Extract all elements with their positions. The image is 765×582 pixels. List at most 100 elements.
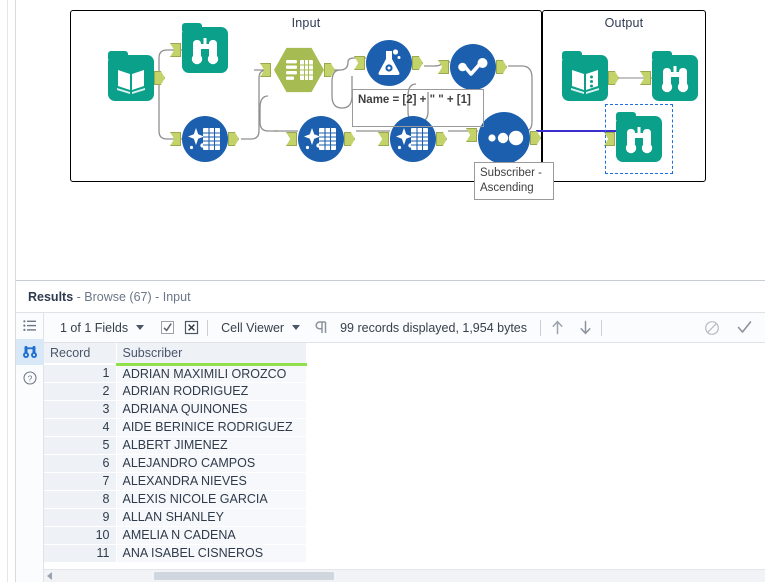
cell-viewer-dropdown[interactable]: Cell Viewer: [215, 321, 306, 335]
record-count-text: 99 records displayed, 1,954 bytes: [340, 320, 528, 335]
pilcrow-icon[interactable]: [312, 319, 330, 337]
left-edge-strip: [0, 0, 16, 582]
cell-record: 4: [44, 418, 117, 437]
node-cleanse-1[interactable]: [170, 116, 239, 162]
table-row[interactable]: 8 ALEXIS NICOLE GARCIA: [44, 490, 307, 509]
cell-subscriber: ANA ISABEL CISNEROS: [116, 544, 307, 563]
node-sort[interactable]: [466, 112, 541, 164]
node-cleanse-2[interactable]: [286, 116, 355, 162]
results-toolbar: 1 of 1 Fields Cell Viewer 99 records dis…: [44, 313, 765, 343]
cell-subscriber: ALLAN SHANLEY: [116, 508, 307, 527]
cell-record: 10: [44, 526, 117, 545]
results-body: ? 1 of 1 Fields Cell Viewer 99 records d…: [16, 313, 765, 582]
binoculars-icon: [616, 112, 662, 162]
cell-subscriber: ALEXIS NICOLE GARCIA: [116, 490, 307, 509]
scroll-left-arrow-icon[interactable]: [47, 572, 52, 580]
column-header-record[interactable]: Record: [44, 343, 117, 365]
node-output-data[interactable]: [562, 51, 619, 101]
table-row[interactable]: 3 ADRIANA QUINONES: [44, 400, 307, 419]
cell-record: 7: [44, 472, 117, 491]
three-dots-icon: [478, 112, 530, 164]
cell-record: 5: [44, 436, 117, 455]
node-browse-output[interactable]: [640, 51, 698, 101]
cell-subscriber: ALEJANDRO CAMPOS: [116, 454, 307, 473]
node-browse-1[interactable]: [170, 23, 228, 73]
svg-text:?: ?: [28, 373, 33, 383]
node-browse-selected[interactable]: [604, 104, 673, 174]
node-input-data[interactable]: [108, 51, 165, 101]
horizontal-scrollbar[interactable]: [44, 569, 765, 582]
cell-record: 6: [44, 454, 117, 473]
results-label: Results: [28, 290, 74, 304]
table-row[interactable]: 5 ALBERT JIMENEZ: [44, 436, 307, 455]
cell-record: 8: [44, 490, 117, 509]
toolbar-divider: [207, 319, 209, 336]
table-row[interactable]: 9 ALLAN SHANLEY: [44, 508, 307, 527]
grid-header-row: Record Subscriber: [44, 343, 307, 366]
arrow-down-icon[interactable]: [576, 319, 594, 337]
cell-viewer-label: Cell Viewer: [221, 320, 285, 335]
binoculars-icon: [182, 23, 228, 73]
toolbar-divider-3: [601, 319, 603, 336]
scrollbar-thumb[interactable]: [154, 572, 334, 580]
book-dots-icon: [562, 51, 608, 101]
browse-icon[interactable]: [16, 339, 44, 365]
node-text-input[interactable]: [260, 47, 335, 93]
list-view-icon[interactable]: [16, 313, 44, 339]
column-header-subscriber[interactable]: Subscriber: [116, 343, 307, 366]
table-hex-icon: [274, 47, 324, 93]
chevron-down-icon: [136, 325, 145, 330]
table-row[interactable]: 2 ADRIAN RODRIGUEZ: [44, 382, 307, 401]
container-output-label: Output: [604, 16, 644, 30]
node-formula[interactable]: [354, 40, 423, 86]
sparkle-grid-icon: [298, 116, 344, 162]
table-row[interactable]: 11 ANA ISABEL CISNEROS: [44, 544, 307, 563]
cell-record: 3: [44, 400, 117, 419]
cell-record: 11: [44, 544, 117, 563]
binoculars-icon: [652, 51, 698, 101]
workflow-canvas[interactable]: Input Output Name = [2] + " " + [1] Subs…: [16, 0, 765, 280]
node-select[interactable]: [438, 44, 507, 90]
container-input-label: Input: [291, 16, 321, 30]
check-dots-icon: [450, 44, 496, 90]
fields-dropdown[interactable]: 1 of 1 Fields: [54, 321, 150, 335]
results-panel: Results - Browse (67) - Input ? 1 of 1 F…: [16, 280, 765, 582]
cell-subscriber: AMELIA N CADENA: [116, 526, 307, 545]
cell-subscriber: AIDE BERINICE RODRIGUEZ: [116, 418, 307, 437]
results-source: - Browse (67) - Input: [73, 290, 191, 304]
annotation-sort[interactable]: Subscriber - Ascending: [474, 162, 554, 200]
table-row[interactable]: 10 AMELIA N CADENA: [44, 526, 307, 545]
left-edge-divider: [7, 0, 8, 582]
sparkle-grid-icon: [182, 116, 228, 162]
cell-subscriber: ADRIAN MAXIMILI OROZCO: [116, 364, 307, 383]
arrow-up-icon[interactable]: [548, 319, 566, 337]
checkbox-x-icon[interactable]: [182, 319, 200, 337]
input-port[interactable]: [604, 132, 615, 146]
checkbox-checked-icon[interactable]: [158, 319, 176, 337]
results-icon-rail: ?: [16, 313, 44, 582]
table-row[interactable]: 7 ALEXANDRA NIEVES: [44, 472, 307, 491]
results-grid-container[interactable]: Record Subscriber 1 ADRIAN MAXIMILI OROZ…: [44, 343, 765, 582]
cell-record: 2: [44, 382, 117, 401]
checkmark-icon[interactable]: [735, 319, 753, 337]
help-icon[interactable]: ?: [16, 365, 44, 391]
table-row[interactable]: 1 ADRIAN MAXIMILI OROZCO: [44, 364, 307, 383]
grid-body: 1 ADRIAN MAXIMILI OROZCO 2 ADRIAN RODRIG…: [44, 364, 307, 563]
results-grid: Record Subscriber 1 ADRIAN MAXIMILI OROZ…: [44, 343, 307, 563]
chevron-down-icon: [292, 325, 301, 330]
designer-window: Input Output Name = [2] + " " + [1] Subs…: [0, 0, 765, 582]
no-entry-icon[interactable]: [703, 319, 721, 337]
fields-dropdown-label: 1 of 1 Fields: [60, 320, 129, 335]
cell-record: 9: [44, 508, 117, 527]
cell-subscriber: ADRIANA QUINONES: [116, 400, 307, 419]
cell-subscriber: ALEXANDRA NIEVES: [116, 472, 307, 491]
toolbar-divider-2: [540, 319, 542, 336]
table-row[interactable]: 4 AIDE BERINICE RODRIGUEZ: [44, 418, 307, 437]
results-title-bar: Results - Browse (67) - Input: [16, 281, 765, 313]
flask-icon: [366, 40, 412, 86]
book-icon: [108, 51, 154, 101]
table-row[interactable]: 6 ALEJANDRO CAMPOS: [44, 454, 307, 473]
annotation-formula[interactable]: Name = [2] + " " + [1]: [352, 89, 484, 127]
record-count-label: 99 records displayed, 1,954 bytes: [334, 321, 533, 335]
cell-subscriber: ALBERT JIMENEZ: [116, 436, 307, 455]
